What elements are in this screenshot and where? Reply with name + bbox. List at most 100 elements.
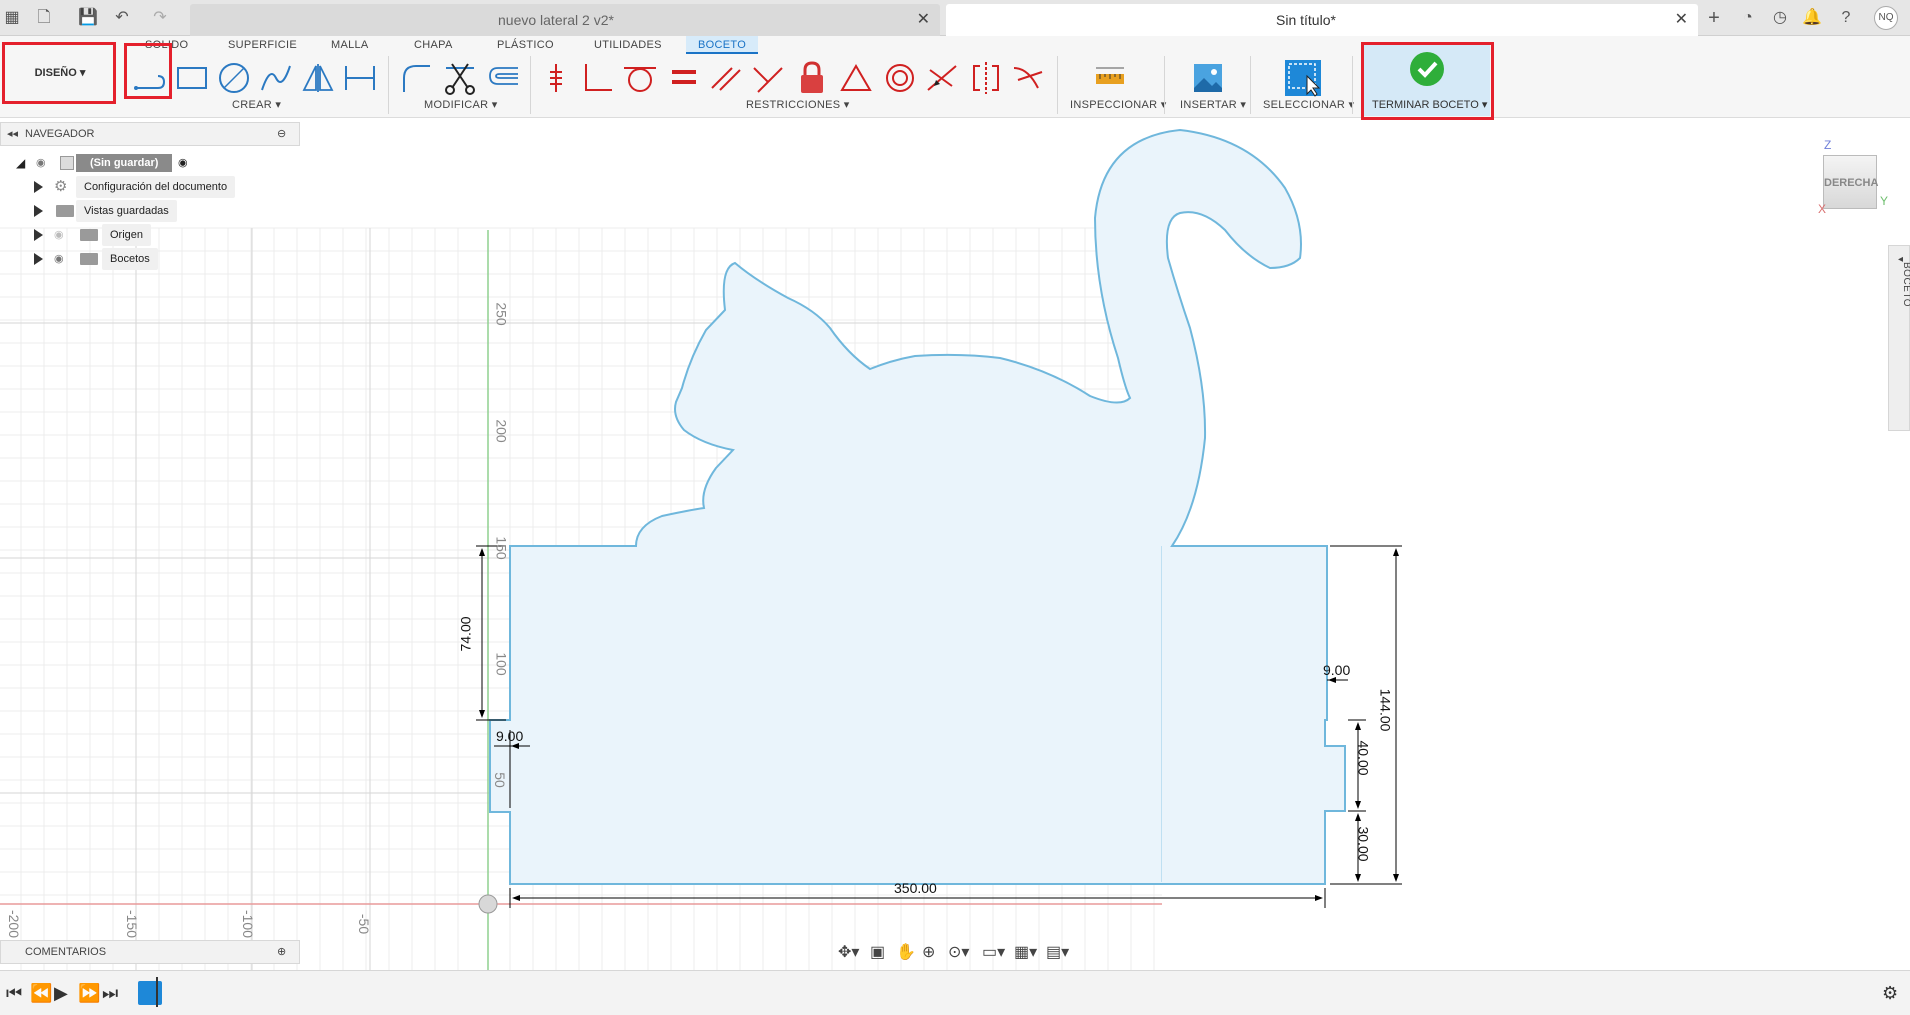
eye-icon[interactable]: ◉ [36,152,46,174]
tick-label: 100 [493,652,510,676]
activate-radio-icon[interactable]: ◉ [178,152,188,174]
user-avatar[interactable]: NQ [1874,6,1898,30]
look-at-icon[interactable]: ▣ [870,942,885,962]
modify-group-label[interactable]: MODIFICAR ▾ [424,98,498,111]
tab-boceto[interactable]: BOCETO [686,36,759,54]
job-status-icon[interactable]: ◷ [1770,8,1790,28]
inspect-group-label[interactable]: INSPECCIONAR ▾ [1070,98,1167,111]
orbit-icon[interactable]: ✥▾ [838,942,859,962]
close-icon[interactable]: ✕ [1675,4,1688,36]
dimension-right-total[interactable]: 144.00 [1377,689,1393,732]
select-window-icon[interactable] [1283,58,1323,98]
midpoint-constraint-icon[interactable] [922,58,962,98]
notifications-bell-icon[interactable]: 🔔 [1802,8,1822,28]
minimize-icon[interactable]: ⊖ [277,123,286,145]
tree-root[interactable]: ◢ ◉ (Sin guardar) ◉ [16,152,300,174]
extensions-icon[interactable]: ◔ [1738,8,1758,28]
go-to-start-icon[interactable]: ⏮ [6,983,22,1003]
coincident-constraint-icon[interactable] [748,58,788,98]
comments-panel[interactable]: COMENTARIOS ⊕ [0,940,300,964]
divider [388,56,389,114]
tab-utilidades[interactable]: UTILIDADES [594,36,662,54]
concentric-constraint-icon[interactable] [880,58,920,98]
tab-superficie[interactable]: SUPERFICIE [228,36,297,54]
tree-item-document-settings[interactable]: ⚙ Configuración del documento [30,176,300,198]
tree-item-origin[interactable]: ◉ Origen [30,224,300,246]
offset-tool-icon[interactable] [484,58,524,98]
dimension-left-notch[interactable]: 9.00 [496,728,523,744]
zoom-icon[interactable]: ⊕ [922,942,935,962]
add-comment-icon[interactable]: ⊕ [277,941,286,963]
redo-icon[interactable]: ↷ [150,8,170,28]
tree-item-saved-views[interactable]: Vistas guardadas [30,200,300,222]
tab-plastico[interactable]: PLÁSTICO [497,36,554,54]
play-icon[interactable]: ▶ [54,983,68,1003]
step-back-icon[interactable]: ⏪ [30,983,52,1003]
close-icon[interactable]: ✕ [917,4,930,36]
folder-icon [80,253,98,265]
curvature-constraint-icon[interactable] [1008,58,1048,98]
mirror-tool-icon[interactable] [298,58,338,98]
expand-triangle-icon[interactable] [34,229,43,241]
collapse-arrows-icon[interactable]: ◂◂ [7,123,18,145]
expand-triangle-icon[interactable] [34,205,43,217]
eye-icon[interactable]: ◉ [54,248,64,270]
divider [1164,56,1165,114]
viewports-icon[interactable]: ▤▾ [1046,942,1069,962]
axis-y-label: Y [1880,194,1889,208]
select-group-label[interactable]: SELECCIONAR ▾ [1263,98,1354,111]
timeline-settings-gear-icon[interactable]: ⚙ [1882,983,1898,1003]
constraints-group-label[interactable]: RESTRICCIONES ▾ [746,98,850,111]
expand-triangle-icon[interactable] [34,253,43,265]
grid-settings-icon[interactable]: ▦▾ [1014,942,1037,962]
tab-chapa[interactable]: CHAPA [414,36,453,54]
root-label[interactable]: (Sin guardar) [76,154,173,172]
pan-hand-icon[interactable]: ✋ [896,942,916,962]
insert-group-label[interactable]: INSERTAR ▾ [1180,98,1246,111]
sketch-palette-tab[interactable]: ◂ PALETA DE BOCETO [1888,245,1910,431]
perpendicular-constraint-icon[interactable] [578,58,618,98]
component-icon [60,156,74,170]
fix-constraint-icon[interactable] [536,58,576,98]
collapse-triangle-icon[interactable]: ◢ [16,152,25,174]
insert-image-icon[interactable] [1188,58,1228,98]
tangent-constraint-icon[interactable] [620,58,660,98]
dimension-right-notch-height[interactable]: 40.00 [1356,740,1372,775]
equal-constraint-icon[interactable] [664,58,704,98]
doc-tab-nuevo-lateral[interactable]: nuevo lateral 2 v2* ✕ [190,4,940,36]
dimension-left-height[interactable]: 74.00 [458,616,474,651]
dimension-tool-icon[interactable] [340,58,380,98]
folder-icon [56,205,74,217]
circle-tool-icon[interactable] [214,58,254,98]
tree-item-sketches[interactable]: ◉ Bocetos [30,248,300,270]
file-menu-icon[interactable]: 🗋 [34,8,54,28]
expand-triangle-icon[interactable] [34,181,43,193]
tab-malla[interactable]: MALLA [331,36,369,54]
timeline-marker[interactable] [156,977,162,1007]
triangle-constraint-icon[interactable] [836,58,876,98]
undo-icon[interactable]: ↶ [112,8,132,28]
save-icon[interactable]: 💾 [78,8,98,28]
new-tab-plus-icon[interactable]: + [1704,8,1724,28]
dimension-bottom-width[interactable]: 350.00 [894,880,937,896]
rectangle-tool-icon[interactable] [172,58,212,98]
dimension-right-notch[interactable]: 9.00 [1323,662,1350,678]
viewcube[interactable]: DERECHA [1823,155,1878,209]
parallel-constraint-icon[interactable] [706,58,746,98]
dimension-right-bottom[interactable]: 30.00 [1356,826,1372,861]
spline-tool-icon[interactable] [256,58,296,98]
zoom-window-icon[interactable]: ⊙▾ [948,942,969,962]
measure-ruler-icon[interactable] [1090,58,1130,98]
lock-icon[interactable] [792,58,832,98]
display-settings-icon[interactable]: ▭▾ [982,942,1005,962]
fillet-tool-icon[interactable] [396,58,436,98]
doc-tab-sin-titulo[interactable]: Sin título* ✕ [946,4,1698,36]
apps-grid-icon[interactable]: ▦ [2,8,22,28]
eye-hidden-icon[interactable]: ◉ [54,224,64,246]
go-to-end-icon[interactable]: ⏭ [102,983,118,1003]
step-forward-icon[interactable]: ⏩ [78,983,100,1003]
symmetry-constraint-icon[interactable] [966,58,1006,98]
help-icon[interactable]: ? [1836,8,1856,28]
trim-scissors-icon[interactable] [440,58,480,98]
create-group-label[interactable]: CREAR ▾ [232,98,281,111]
